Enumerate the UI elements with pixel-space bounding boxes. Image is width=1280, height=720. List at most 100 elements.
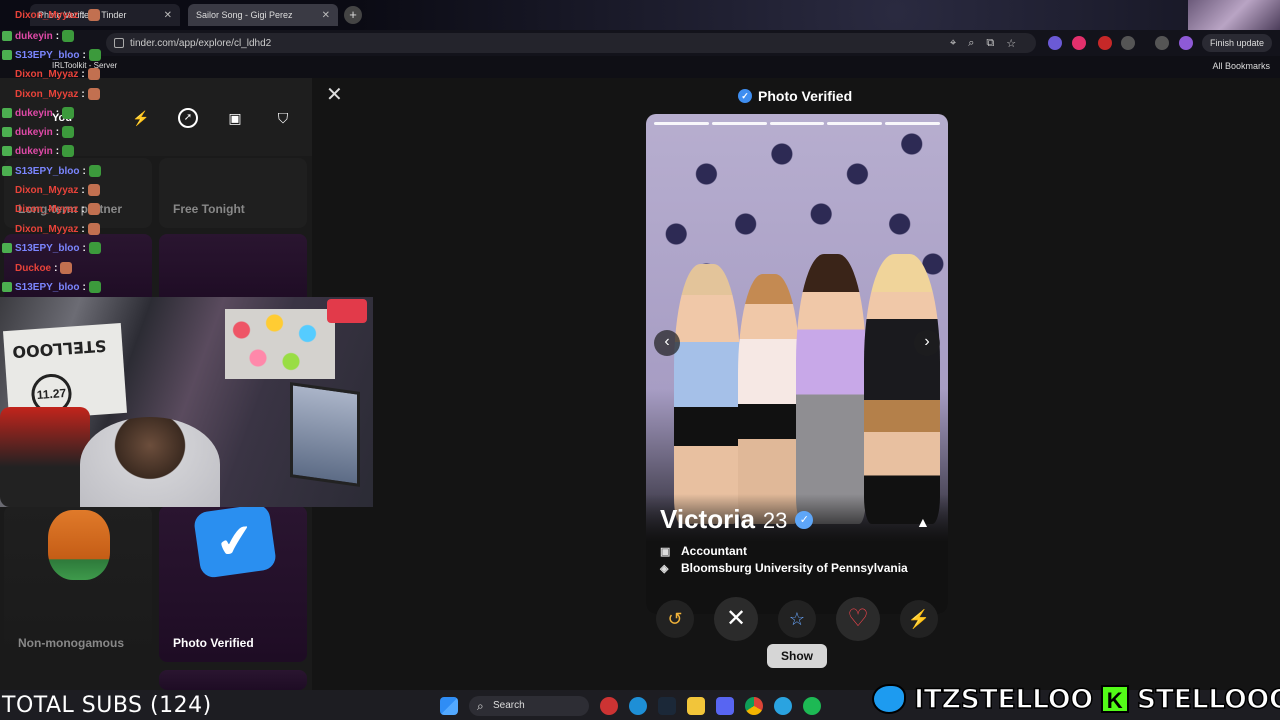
close-icon[interactable]: ✕ [326, 85, 344, 105]
chat-username: Duckoe [15, 262, 52, 274]
chat-emote-icon [62, 126, 75, 138]
header-title: Photo Verified [758, 88, 853, 104]
person-figure [864, 254, 940, 524]
briefcase-icon[interactable]: ▣ [225, 108, 245, 128]
chat-message: S13EPY_bloo: [2, 241, 101, 255]
card-non-monogamous[interactable]: Non-monogamous [4, 506, 152, 662]
card-photo-verified[interactable]: ✔ Photo Verified [159, 506, 307, 662]
card-label: Non-monogamous [18, 636, 124, 650]
taskbar-search[interactable]: Search [469, 696, 589, 716]
new-tab-button[interactable]: + [344, 6, 362, 24]
tab-music[interactable]: Sailor Song - Gigi Perez ✕ [188, 4, 338, 26]
taskbar-icons: Search [440, 696, 821, 716]
chat-username: S13EPY_bloo [15, 281, 80, 293]
card-free-tonight[interactable]: Free Tonight [159, 158, 307, 228]
rewind-button[interactable]: ↺ [656, 600, 694, 638]
steam-icon[interactable] [658, 697, 676, 715]
window-thumbnail [1188, 0, 1280, 30]
school-row: ◈ Bloomsburg University of Pennsylvania [660, 561, 908, 575]
gaming-chair [0, 407, 90, 507]
stream-logo-icon [327, 299, 367, 323]
chat-separator: : [55, 145, 60, 157]
bookmark-star-icon[interactable]: ☆ [1006, 37, 1016, 50]
pineapple-icon [48, 510, 110, 580]
previous-photo-button[interactable]: ‹ [654, 330, 680, 356]
chat-emote-icon [87, 68, 100, 80]
chat-message: dukeyin: [2, 125, 75, 139]
location-icon[interactable]: ⌖ [950, 37, 956, 50]
person-figure [796, 254, 866, 524]
chat-username: S13EPY_bloo [15, 49, 80, 61]
url-text: tinder.com/app/explore/cl_ldhd2 [130, 37, 272, 49]
url-field[interactable]: tinder.com/app/explore/cl_ldhd2 [106, 33, 1036, 53]
extensions-puzzle-icon[interactable] [1121, 36, 1135, 50]
open-profile-arrow-icon[interactable]: ▲ [916, 514, 930, 530]
chat-emote-icon [88, 165, 101, 177]
chat-emote-icon [88, 242, 101, 254]
total-subs-counter: TOTAL SUBS (124) [2, 693, 212, 718]
discord-icon[interactable] [716, 697, 734, 715]
chat-message: S13EPY_bloo: [2, 164, 101, 178]
card-placeholder[interactable] [159, 670, 307, 690]
chat-message: S13EPY_bloo: [2, 48, 101, 62]
boost-icon[interactable]: ⚡ [131, 108, 151, 128]
photo-verified-header: ✓ Photo Verified [738, 88, 852, 104]
name-row: Victoria 23 ✓ [660, 504, 814, 535]
chat-badge-icon [2, 166, 12, 176]
like-button[interactable]: ♡ [836, 597, 880, 641]
edge-icon[interactable] [629, 697, 647, 715]
super-like-button[interactable]: ☆ [778, 600, 816, 638]
show-button[interactable]: Show [767, 644, 827, 668]
profile-card[interactable]: ‹ › Victoria 23 ✓ ▲ ▣ Accountant ◈ Bloom… [646, 114, 948, 614]
verified-check-icon: ✔ [192, 506, 278, 579]
windows-start-icon[interactable] [440, 697, 458, 715]
chat-message: Dixon_Myyaz: [2, 202, 100, 216]
extension-icon[interactable] [1072, 36, 1086, 50]
card-label: Free Tonight [173, 202, 245, 216]
profile-avatar-icon[interactable] [1179, 36, 1193, 50]
chat-badge-icon [2, 263, 12, 273]
next-photo-button[interactable]: › [914, 330, 940, 356]
telegram-icon[interactable] [774, 697, 792, 715]
file-explorer-icon[interactable] [687, 697, 705, 715]
chat-separator: : [54, 262, 58, 274]
chat-separator: : [81, 68, 85, 80]
extension-icon[interactable] [1048, 36, 1062, 50]
zoom-icon[interactable]: ⌕ [968, 37, 974, 50]
safety-shield-icon[interactable]: ⛉ [273, 108, 293, 128]
close-icon[interactable]: ✕ [164, 10, 172, 21]
boost-button[interactable]: ⚡ [900, 600, 938, 638]
card-placeholder[interactable] [159, 234, 307, 304]
explore-compass-icon[interactable]: ➚ [178, 108, 198, 128]
chat-badge-icon [2, 10, 12, 20]
bookmarks-bar: IRLToolkit - Server All Bookmarks [0, 56, 1280, 78]
address-bar-row: tinder.com/app/explore/cl_ldhd2 ⌖ ⌕ ⧉ ☆ … [0, 30, 1280, 56]
chat-username: Dixon_Myyaz [15, 184, 79, 196]
chrome-icon[interactable] [745, 697, 763, 715]
extension-icon[interactable] [1098, 36, 1112, 50]
all-bookmarks-button[interactable]: All Bookmarks [1212, 61, 1270, 71]
app-icon[interactable] [600, 697, 618, 715]
chat-message: dukeyin: [2, 106, 75, 120]
install-icon[interactable]: ⧉ [986, 37, 994, 50]
photo-progress [654, 122, 940, 125]
action-bar: ↺ ✕ ☆ ♡ ⚡ [646, 596, 948, 642]
card-label: Photo Verified [173, 636, 254, 650]
close-icon[interactable]: ✕ [322, 10, 330, 21]
reading-list-icon[interactable] [1155, 36, 1169, 50]
chat-separator: : [81, 203, 85, 215]
spotify-icon[interactable] [803, 697, 821, 715]
finish-update-button[interactable]: Finish update [1202, 34, 1273, 52]
nope-button[interactable]: ✕ [714, 597, 758, 641]
chat-emote-icon [88, 281, 101, 293]
chat-emote-icon [87, 184, 100, 196]
chat-separator: : [82, 242, 86, 254]
chat-username: Dixon_Myyaz [15, 9, 79, 21]
person-figure [738, 274, 800, 524]
chat-badge-icon [2, 204, 12, 214]
site-info-icon[interactable] [114, 38, 124, 48]
chat-username: dukeyin [15, 145, 53, 157]
browser-tab-bar: Photo Verified | Tinder ✕ Sailor Song - … [0, 0, 1280, 30]
kick-logo-icon: K [1100, 685, 1129, 713]
chat-badge-icon [2, 31, 12, 41]
